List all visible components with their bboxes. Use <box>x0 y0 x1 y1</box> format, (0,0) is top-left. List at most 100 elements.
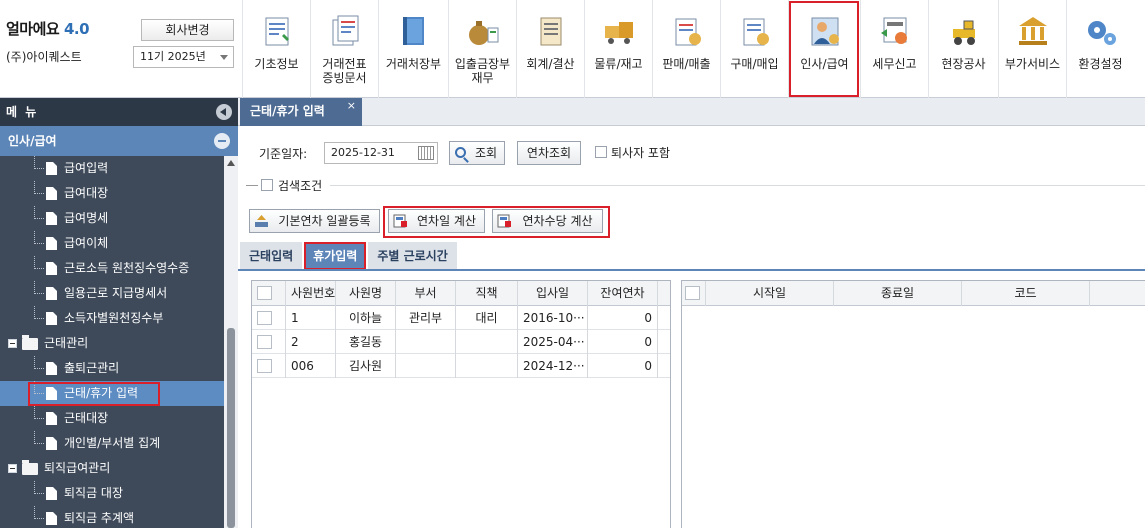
table-cell: 2 <box>286 330 336 354</box>
company-name: (주)아이퀘스트 <box>6 50 82 64</box>
employee-grid-header: 사원번호 사원명 부서 직책 입사일 잔여연차 <box>252 281 670 306</box>
sidebar-item[interactable]: 급여이체 <box>0 231 224 256</box>
table-cell: 김사원 <box>336 354 396 378</box>
ledger-book-icon <box>402 17 424 45</box>
search-conditions-checkbox[interactable] <box>261 179 273 191</box>
menu-money-bag[interactable]: 입출금장부 재무 <box>448 0 516 98</box>
sidebar-folder[interactable]: 퇴직급여관리 <box>0 456 224 481</box>
subtab-2[interactable]: 주별 근로시간 <box>368 242 457 270</box>
subtab-1[interactable]: 휴가입력 <box>304 242 367 270</box>
row-checkbox[interactable] <box>257 359 272 373</box>
menu-label: 거래전표 증빙문서 <box>322 57 367 85</box>
column-header: 직책 <box>456 281 518 306</box>
menu-tax-report[interactable]: 세무신고 <box>860 0 928 98</box>
folder-icon <box>22 335 38 350</box>
menu-bank-building[interactable]: 부가서비스 <box>998 0 1066 98</box>
sidebar-item[interactable]: 급여입력 <box>0 156 224 181</box>
date-label: 기준일자: <box>259 147 308 161</box>
sidebar-item[interactable]: 소득자별원천징수부 <box>0 306 224 331</box>
sidebar-item[interactable]: 급여명세 <box>0 206 224 231</box>
sidebar-item-label: 근로소득 원천징수영수증 <box>64 261 190 275</box>
menu-accounting[interactable]: 회계/결산 <box>516 0 584 98</box>
document-icon <box>46 312 57 325</box>
sidebar-item-label: 일용근로 지급명세서 <box>64 286 168 300</box>
menu-basic-info[interactable]: 기초정보 <box>242 0 310 98</box>
menu-purchase[interactable]: 구매/매입 <box>720 0 788 98</box>
upload-tray-icon <box>255 215 268 227</box>
leave-grid-header: 시작일 종료일 코드 <box>682 281 1145 306</box>
tree-toggle-icon[interactable] <box>8 339 17 348</box>
tree-line <box>34 406 44 419</box>
voucher-icon <box>332 15 358 46</box>
select-all-checkbox[interactable] <box>685 286 700 300</box>
sidebar-item-label: 소득자별원천징수부 <box>64 311 164 325</box>
menu-logistics[interactable]: 물류/재고 <box>584 0 652 98</box>
table-cell: 관리부 <box>396 306 456 330</box>
table-cell <box>456 330 518 354</box>
scroll-up-icon[interactable] <box>227 160 235 166</box>
sidebar-section-hr-payroll[interactable]: 인사/급여 <box>0 126 238 156</box>
brand-area: 얼마에요 4.0 (주)아이퀘스트 회사변경 11기 2025년 <box>0 0 240 98</box>
sidebar-item[interactable]: 출퇴근관리 <box>0 356 224 381</box>
sidebar-item[interactable]: 일용근로 지급명세서 <box>0 281 224 306</box>
main-menu-bar: 기초정보 거래전표 증빙문서 거래처장부 입출금장부 재무 회계/결산 물류/재고 판매/매… <box>242 0 1134 98</box>
table-cell: 홍길동 <box>336 330 396 354</box>
menu-construction[interactable]: 현장공사 <box>928 0 998 98</box>
select-all-checkbox-cell <box>682 281 706 306</box>
sidebar-item[interactable]: 근태대장 <box>0 406 224 431</box>
sidebar-item[interactable]: 근태/휴가 입력 <box>0 381 224 406</box>
tree-line <box>34 431 44 444</box>
menu-voucher[interactable]: 거래전표 증빙문서 <box>310 0 378 98</box>
fiscal-period-select[interactable]: 11기 2025년 <box>133 46 234 68</box>
calendar-icon[interactable] <box>418 146 434 160</box>
menu-ledger-book[interactable]: 거래처장부 <box>378 0 448 98</box>
sidebar-folder[interactable]: 근태관리 <box>0 331 224 356</box>
collapse-sidebar-icon[interactable] <box>216 104 232 120</box>
sidebar-scrollbar[interactable] <box>224 156 238 528</box>
menu-label: 현장공사 <box>941 57 986 71</box>
change-company-button[interactable]: 회사변경 <box>141 19 234 41</box>
column-header: 코드 <box>962 281 1090 306</box>
row-checkbox[interactable] <box>257 335 272 349</box>
sidebar-item[interactable]: 퇴직금 대장 <box>0 481 224 506</box>
tree-toggle-icon[interactable] <box>8 464 17 473</box>
table-row[interactable]: 1 이하늘 관리부 대리 2016-10··· 0 <box>252 306 670 330</box>
menu-settings-gear[interactable]: 환경설정 <box>1066 0 1134 98</box>
calc-annual-allowance-button[interactable]: 연차수당 계산 <box>492 209 603 233</box>
sidebar-item[interactable]: 급여대장 <box>0 181 224 206</box>
search-button[interactable]: 조회 <box>449 141 505 165</box>
table-row[interactable]: 2 홍길동 2025-04··· 0 <box>252 330 670 354</box>
document-icon <box>46 237 57 250</box>
sidebar-item[interactable]: 근로소득 원천징수영수증 <box>0 256 224 281</box>
chevron-down-icon <box>220 55 228 60</box>
calculator-icon <box>497 214 511 228</box>
table-cell: 2016-10··· <box>518 306 588 330</box>
tree-line <box>34 481 44 494</box>
sidebar-item[interactable]: 퇴직금 추계액 <box>0 506 224 528</box>
base-date-input[interactable]: 2025-12-31 <box>324 142 438 164</box>
search-conditions-label: 검색조건 <box>278 179 323 193</box>
column-header: 잔여연차 <box>588 281 658 306</box>
select-all-checkbox[interactable] <box>257 286 272 300</box>
calc-annual-days-button[interactable]: 연차일 계산 <box>388 209 485 233</box>
main-content: 기준일자: 2025-12-31 조회 연차조회 퇴사자 포함 검색조건 기본연… <box>238 126 1145 528</box>
menu-hr-payroll[interactable]: 인사/급여 <box>788 0 860 98</box>
tab-attendance-leave-input[interactable]: 근태/휴가 입력 × <box>240 98 362 126</box>
collapse-section-icon[interactable] <box>214 133 230 149</box>
include-retired-checkbox[interactable] <box>595 146 607 158</box>
annual-leave-search-button[interactable]: 연차조회 <box>517 141 581 165</box>
menu-sales[interactable]: 판매/매출 <box>652 0 720 98</box>
menu-label: 세무신고 <box>872 57 917 71</box>
tree-line <box>34 506 44 519</box>
row-checkbox[interactable] <box>257 311 272 325</box>
sidebar-item[interactable]: 개인별/부서별 집계 <box>0 431 224 456</box>
table-row[interactable]: 006 김사원 2024-12··· 0 <box>252 354 670 378</box>
table-cell: 0 <box>588 330 658 354</box>
menu-label: 거래처장부 <box>385 57 442 71</box>
subtab-0[interactable]: 근태입력 <box>240 242 303 270</box>
bulk-register-annual-leave-button[interactable]: 기본연차 일괄등록 <box>249 209 380 233</box>
menu-label: 환경설정 <box>1078 57 1123 71</box>
scrollbar-thumb[interactable] <box>227 328 235 528</box>
close-tab-icon[interactable]: × <box>347 93 356 119</box>
subtab-underline <box>238 269 1145 271</box>
